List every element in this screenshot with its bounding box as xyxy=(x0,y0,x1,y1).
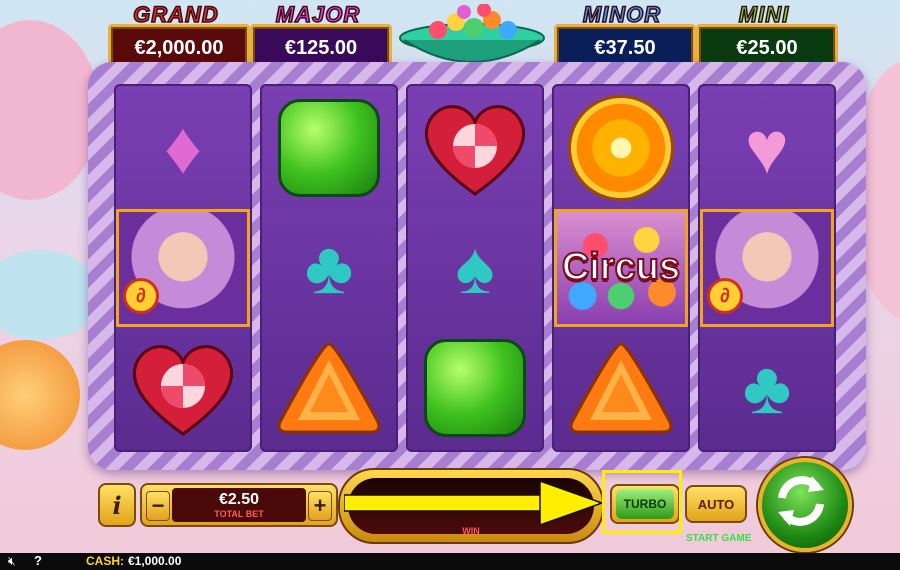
reel-cell xyxy=(554,88,688,208)
reel-4: ♥ ∂ ♣ xyxy=(698,84,836,452)
green-gem-icon xyxy=(424,339,526,437)
reels-area: ♦ ∂ ♣ ♠ Circus ♥ ∂ ♣ xyxy=(114,84,840,452)
reel-cell xyxy=(116,328,250,448)
jackpot-value-0: €2,000.00 xyxy=(134,37,224,59)
autoplay-button[interactable]: AUTO xyxy=(685,485,747,523)
heart-candy-icon xyxy=(425,105,525,196)
reel-cell: Circus xyxy=(554,208,688,328)
spade-icon: ♠ xyxy=(455,226,495,309)
total-bet-value: €2.50 xyxy=(218,491,260,508)
logo-badge-icon: ∂ xyxy=(707,278,743,314)
reel-0: ♦ ∂ xyxy=(114,84,252,452)
heart-icon: ♥ xyxy=(745,106,789,189)
cash-label: CASH: xyxy=(86,554,124,568)
game-stage: GRAND €2,000.00 MAJOR €125.00 MINOR €37.50 MIN… xyxy=(0,0,900,553)
heart-candy-icon xyxy=(133,345,233,436)
jackpot-value-2: €37.50 xyxy=(594,37,656,59)
reel-cell: ∂ xyxy=(700,208,834,328)
jackpot-value-1: €125.00 xyxy=(284,37,358,59)
green-gem-icon xyxy=(278,99,380,197)
status-bar: 🔇︎ ? CASH: €1,000.00 xyxy=(0,553,900,570)
background-candy-swirl xyxy=(0,340,80,450)
cash-value: €1,000.00 xyxy=(128,554,182,568)
reel-1: ♣ xyxy=(260,84,398,452)
background-cloud xyxy=(0,250,100,340)
jackpot-value-3: €25.00 xyxy=(736,37,798,59)
logo-badge-icon: ∂ xyxy=(123,278,159,314)
portrait-feature-symbol: ∂ xyxy=(700,209,834,327)
spin-button[interactable] xyxy=(758,458,852,552)
speaker-muted-icon[interactable]: 🔇︎ xyxy=(8,554,16,569)
circus-feature-symbol: Circus xyxy=(554,209,688,327)
total-bet-label: TOTAL BET xyxy=(214,509,264,519)
reel-cell xyxy=(262,88,396,208)
reel-cell: ∂ xyxy=(116,208,250,328)
reel-3: Circus xyxy=(552,84,690,452)
bet-control: − €2.50 TOTAL BET + xyxy=(140,483,338,527)
reel-cell: ♥ xyxy=(700,88,834,208)
reel-cell xyxy=(554,328,688,448)
spin-arrows-icon xyxy=(778,476,824,526)
total-bet-display: €2.50 TOTAL BET xyxy=(172,488,306,522)
circus-label: Circus xyxy=(561,245,681,289)
orange-candy-icon xyxy=(568,95,674,201)
diamond-icon: ♦ xyxy=(164,106,202,189)
reel-cell: ♠ xyxy=(408,208,542,328)
reel-cell: ♣ xyxy=(262,208,396,328)
bet-decrease-button[interactable]: − xyxy=(146,491,170,521)
help-button[interactable]: ? xyxy=(34,553,42,568)
club-icon: ♣ xyxy=(742,346,792,429)
arrow-right-icon xyxy=(344,481,602,525)
win-label: WIN xyxy=(462,526,480,536)
portrait-feature-symbol: ∂ xyxy=(116,209,250,327)
bet-increase-button[interactable]: + xyxy=(308,491,332,521)
start-game-label: START GAME xyxy=(686,533,752,544)
turbo-highlight-box xyxy=(602,470,682,534)
reel-cell xyxy=(262,328,396,448)
info-button[interactable]: i xyxy=(98,483,136,527)
club-icon: ♣ xyxy=(304,226,354,309)
reel-cell xyxy=(408,328,542,448)
reel-cell xyxy=(408,88,542,208)
background-cotton-candy-left xyxy=(0,20,100,200)
orange-triangle-candy-icon xyxy=(569,342,673,434)
orange-triangle-candy-icon xyxy=(277,342,381,434)
reel-cell: ♦ xyxy=(116,88,250,208)
reel-cell: ♣ xyxy=(700,328,834,448)
candy-bowl-icon xyxy=(399,4,545,63)
reel-2: ♠ xyxy=(406,84,544,452)
